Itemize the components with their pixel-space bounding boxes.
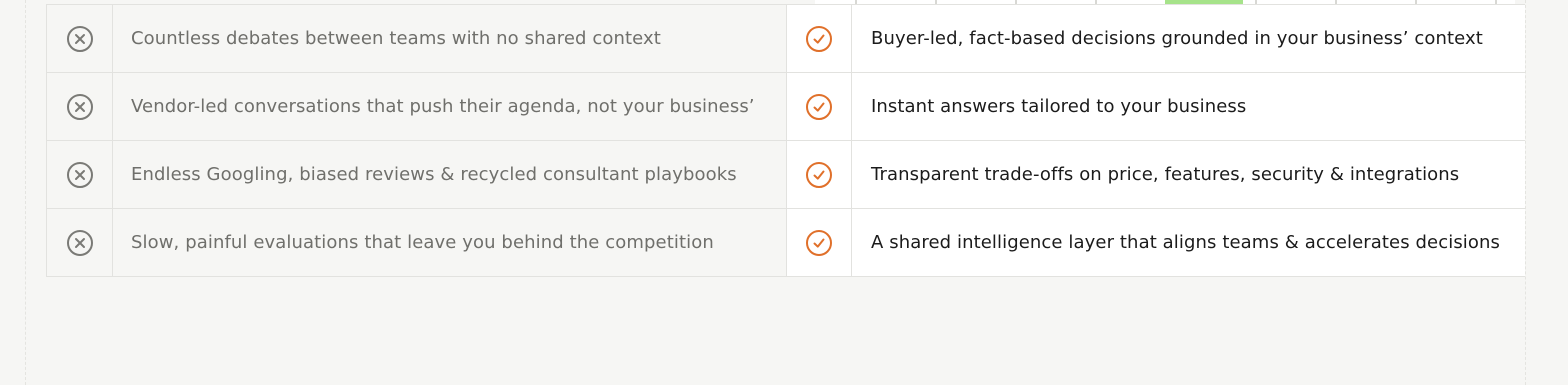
table-row: Countless debates between teams with no …: [46, 5, 1525, 73]
check-circle-icon: [805, 229, 833, 257]
without-text: Countless debates between teams with no …: [131, 28, 661, 49]
with-text: Instant answers tailored to your busines…: [852, 73, 1525, 140]
with-text: Transparent trade-offs on price, feature…: [852, 141, 1525, 208]
without-icon-cell: [46, 209, 113, 276]
without-icon-cell: [46, 5, 113, 72]
with-text: A shared intelligence layer that aligns …: [852, 209, 1525, 276]
close-circle-icon: [66, 229, 94, 257]
check-circle-icon: [805, 93, 833, 121]
check-circle-icon: [805, 25, 833, 53]
without-text: Endless Googling, biased reviews & recyc…: [131, 164, 737, 185]
with-icon-cell: [786, 73, 852, 140]
comparison-table: Countless debates between teams with no …: [46, 4, 1525, 277]
without-text: Vendor-led conversations that push their…: [131, 96, 755, 117]
comparison-section: Countless debates between teams with no …: [0, 0, 1568, 385]
without-icon-cell: [46, 141, 113, 208]
without-text: Slow, painful evaluations that leave you…: [131, 232, 714, 253]
layout-guide-left: [25, 0, 26, 385]
with-icon-cell: [786, 5, 852, 72]
table-row: Slow, painful evaluations that leave you…: [46, 209, 1525, 277]
table-row: Endless Googling, biased reviews & recyc…: [46, 141, 1525, 209]
with-icon-cell: [786, 209, 852, 276]
close-circle-icon: [66, 93, 94, 121]
without-icon-cell: [46, 73, 113, 140]
check-circle-icon: [805, 161, 833, 189]
layout-guide-right: [1525, 0, 1526, 385]
table-row: Vendor-led conversations that push their…: [46, 73, 1525, 141]
with-icon-cell: [786, 141, 852, 208]
close-circle-icon: [66, 25, 94, 53]
with-text: Buyer-led, fact-based decisions grounded…: [852, 5, 1525, 72]
close-circle-icon: [66, 161, 94, 189]
